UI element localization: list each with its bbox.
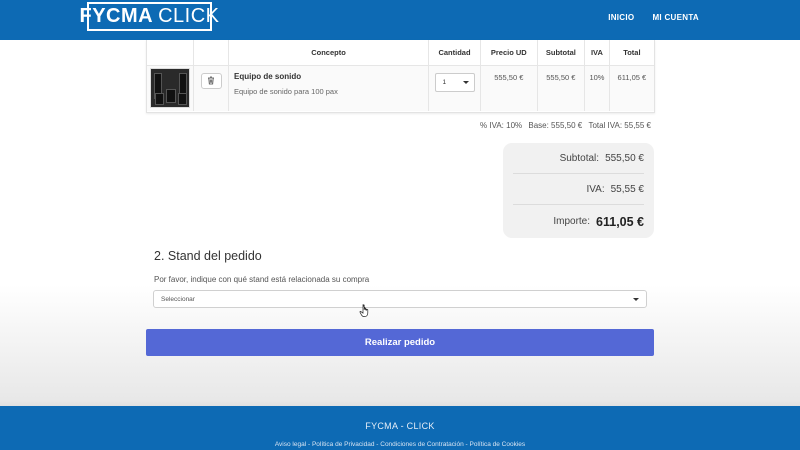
iva-rate: % IVA: 10% [480,121,523,130]
header-concepto: Concepto [228,40,429,66]
summary-total-label: Importe: [553,216,591,227]
total-cell: 611,05 € [609,65,654,111]
header-actions [193,40,229,66]
trash-icon [208,76,214,85]
table-row: Equipo de sonido Equipo de sonido para 1… [147,65,654,111]
footer-link-contratacion[interactable]: Condiciones de Contratación [380,441,463,448]
footer-link-privacidad[interactable]: Política de Privacidad [312,441,375,448]
iva-base: Base: 555,50 € [528,121,583,130]
header-image [147,40,194,66]
row-actions-cell [193,65,229,111]
nav-inicio-link[interactable]: INICIO [608,13,634,22]
logo-light-text: CLICK [158,5,220,27]
footer-link-cookies[interactable]: Política de Cookies [470,441,526,448]
summary-subtotal-value: 555,50 € [605,152,644,164]
logo-bold-text: FYCMA [79,5,154,27]
realizar-pedido-button[interactable]: Realizar pedido [146,329,654,356]
header-subtotal: Subtotal [537,40,586,66]
top-header: FYCMA CLICK INICIO MI CUENTA [0,0,800,40]
header-precio-ud: Precio UD [480,40,538,66]
summary-iva-row: IVA: 55,55 € [513,174,644,205]
footer-link-aviso-legal[interactable]: Aviso legal [275,441,306,448]
stand-section-title: 2. Stand del pedido [154,249,262,263]
stand-select-value: Seleccionar [161,295,195,303]
summary-subtotal-row: Subtotal: 555,50 € [513,143,644,174]
delete-item-button[interactable] [200,72,222,89]
hand-pointer-icon [359,304,369,317]
stand-section-description: Por favor, indique con qué stand está re… [154,275,370,284]
summary-iva-value: 55,55 € [610,183,644,195]
product-image-cell [147,65,194,111]
iva-breakdown: % IVA: 10% Base: 555,50 € Total IVA: 55,… [476,121,651,130]
product-description: Equipo de sonido para 100 pax [234,86,338,96]
product-name: Equipo de sonido [234,71,302,81]
quantity-select[interactable]: 1 [434,72,475,92]
footer-links: Aviso legal - Política de Privacidad - C… [0,441,800,448]
stand-select[interactable]: Seleccionar [153,290,647,308]
iva-total: Total IVA: 55,55 € [588,121,651,130]
summary-total-value: 611,05 € [596,214,644,229]
unit-price-cell: 555,50 € [480,65,538,111]
subtotal-cell: 555,50 € [537,65,586,111]
header-total: Total [609,40,654,66]
caret-down-icon [633,297,639,301]
cart-table: Concepto Cantidad Precio UD Subtotal IVA… [146,40,655,113]
nav-mi-cuenta-link[interactable]: MI CUENTA [652,13,699,22]
caret-down-icon [462,80,469,84]
footer-brand: FYCMA - CLICK [365,421,435,431]
fycma-click-logo[interactable]: FYCMA CLICK [80,2,219,31]
header-cantidad: Cantidad [428,40,481,66]
quantity-cell: 1 [428,65,481,111]
summary-iva-label: IVA: [586,183,605,195]
concept-cell: Equipo de sonido Equipo de sonido para 1… [228,65,429,111]
cart-table-header: Concepto Cantidad Precio UD Subtotal IVA… [147,40,654,66]
header-iva: IVA [584,40,610,66]
iva-cell: 10% [584,65,610,111]
main-nav: INICIO MI CUENTA [608,13,699,22]
page-footer: FYCMA - CLICK Aviso legal - Política de … [0,406,800,450]
order-summary: Subtotal: 555,50 € IVA: 55,55 € Importe:… [503,143,654,238]
summary-total-row: Importe: 611,05 € [513,205,644,238]
sound-equipment-image [150,67,190,108]
summary-subtotal-label: Subtotal: [559,152,600,164]
quantity-value: 1 [442,78,447,86]
